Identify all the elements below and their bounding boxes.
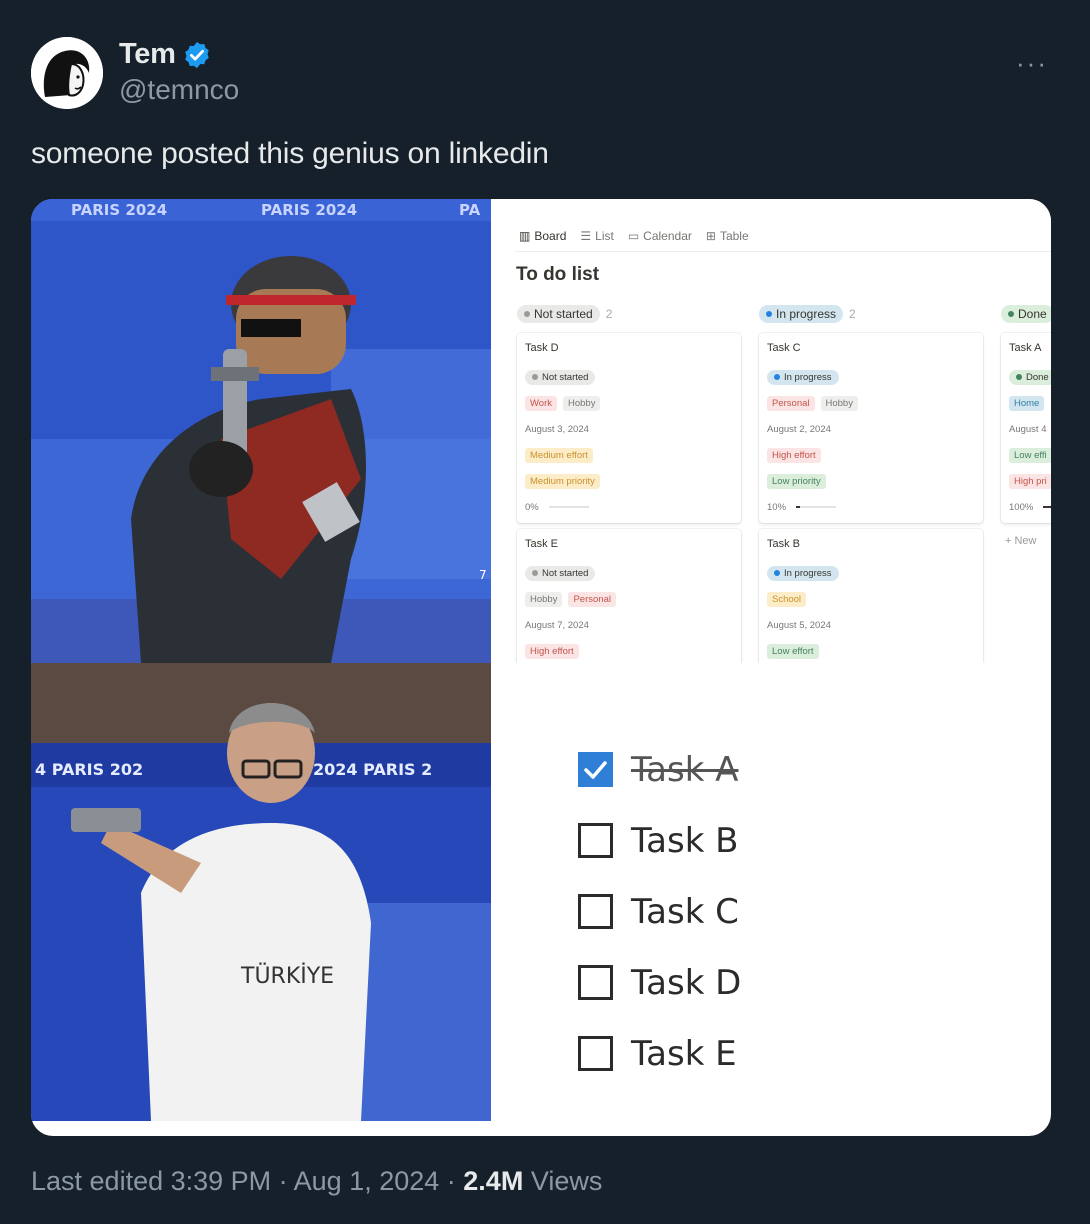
author-name[interactable]: Tem bbox=[119, 38, 176, 71]
column-not-started: Not started 2 Task D Not started Work Hob… bbox=[513, 299, 745, 663]
banner-text-2: PARIS 2024 bbox=[261, 201, 357, 219]
tab-table[interactable]: ⊞ Table bbox=[706, 229, 749, 243]
checklist-label: Task E bbox=[631, 1033, 737, 1074]
photo-shooter-2: 4 PARIS 202 2024 PARIS 2 TÜRKİYE bbox=[31, 663, 491, 1121]
views-label: Views bbox=[523, 1166, 603, 1196]
column-in-progress: In progress 2 Task C In progress Persona… bbox=[755, 299, 987, 663]
edited-timestamp[interactable]: Last edited 3:39 PM · Aug 1, 2024 · bbox=[31, 1166, 463, 1196]
checkbox[interactable] bbox=[578, 894, 613, 929]
tab-calendar[interactable]: ▭ Calendar bbox=[628, 229, 692, 243]
checklist-item[interactable]: Task E bbox=[578, 1018, 741, 1089]
checklist-label: Task D bbox=[631, 962, 742, 1003]
checklist-item[interactable]: Task B bbox=[578, 805, 741, 876]
checklist-item[interactable]: Task D bbox=[578, 947, 741, 1018]
banner-right: 2024 PARIS 2 bbox=[313, 760, 432, 779]
photo-shooter-1: PARIS 2024 PARIS 2024 PA 7 bbox=[31, 199, 491, 663]
avatar-illustration bbox=[31, 37, 103, 109]
checkbox[interactable] bbox=[578, 823, 613, 858]
column-name: Done bbox=[1018, 307, 1047, 321]
checklist-label: Task C bbox=[631, 891, 739, 932]
avatar[interactable] bbox=[31, 37, 103, 109]
checkbox[interactable] bbox=[578, 965, 613, 1000]
checklist-label: Task B bbox=[631, 820, 739, 861]
checkbox[interactable] bbox=[578, 1036, 613, 1071]
shirt-text: TÜRKİYE bbox=[240, 963, 334, 989]
verified-badge-icon bbox=[184, 41, 209, 68]
new-card-button[interactable]: + New bbox=[997, 529, 1051, 553]
notion-board: ▥ Board ☰ List ▭ Calendar ⊞ Table To do … bbox=[491, 199, 1051, 663]
view-tabs: ▥ Board ☰ List ▭ Calendar ⊞ Table bbox=[519, 229, 749, 243]
board-title: To do list bbox=[516, 264, 600, 285]
progress-bar bbox=[1043, 506, 1051, 508]
tweet-text: someone posted this genius on linkedin bbox=[31, 137, 549, 170]
checklist-label: Task A bbox=[631, 749, 739, 790]
tweet-meta: Last edited 3:39 PM · Aug 1, 2024 · 2.4M… bbox=[31, 1166, 602, 1197]
banner-text-3: PA bbox=[459, 201, 481, 219]
tweet-media[interactable]: PARIS 2024 PARIS 2024 PA 7 4 PARIS 202 2… bbox=[31, 199, 1051, 1136]
task-card[interactable]: Task C In progress Personal Hobby August … bbox=[759, 333, 983, 523]
checkmark-icon bbox=[584, 761, 607, 779]
tab-list[interactable]: ☰ List bbox=[580, 229, 613, 243]
task-card[interactable]: Task D Not started Work Hobby August 3, 2… bbox=[517, 333, 741, 523]
column-done: Done Task A Done Home August 4 Low effi … bbox=[997, 299, 1051, 663]
task-card[interactable]: Task B In progress School August 5, 2024… bbox=[759, 529, 983, 663]
column-name: Not started bbox=[534, 307, 593, 321]
tab-board[interactable]: ▥ Board bbox=[519, 229, 566, 243]
views-count: 2.4M bbox=[463, 1166, 524, 1196]
column-name: In progress bbox=[776, 307, 837, 321]
checklist: Task A Task B Task C Task D Task E bbox=[578, 734, 741, 1089]
task-card[interactable]: Task E Not started Hobby Personal August … bbox=[517, 529, 741, 663]
banner-left: 4 PARIS 202 bbox=[35, 760, 143, 779]
banner-text-1: PARIS 2024 bbox=[71, 201, 167, 219]
lane-number: 7 bbox=[479, 568, 487, 582]
checkbox-checked[interactable] bbox=[578, 752, 613, 787]
progress-bar bbox=[796, 506, 837, 508]
column-count: 2 bbox=[849, 307, 856, 321]
checklist-item[interactable]: Task C bbox=[578, 876, 741, 947]
more-options-icon[interactable]: ··· bbox=[1016, 48, 1048, 79]
progress-bar bbox=[548, 506, 589, 508]
checklist-item[interactable]: Task A bbox=[578, 734, 741, 805]
column-count: 2 bbox=[605, 307, 613, 321]
task-card[interactable]: Task A Done Home August 4 Low effi High … bbox=[1001, 333, 1051, 523]
author-handle[interactable]: @temnco bbox=[119, 74, 239, 106]
